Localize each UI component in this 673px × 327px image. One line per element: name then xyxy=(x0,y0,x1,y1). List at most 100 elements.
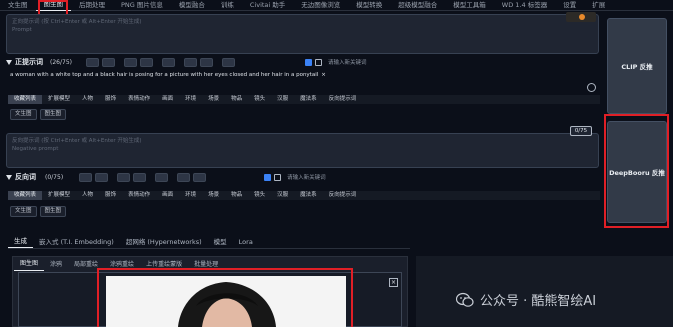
expand-circle-icon[interactable] xyxy=(587,83,596,92)
cat-scene-image[interactable]: 画面 xyxy=(156,95,179,104)
cat-environment[interactable]: 环境 xyxy=(179,95,202,104)
paste-icon[interactable] xyxy=(139,57,153,67)
translate-icon[interactable] xyxy=(183,57,197,67)
collapse-icon[interactable] xyxy=(6,174,12,180)
cat-negative-prompts[interactable]: 反向提示词 xyxy=(323,95,363,104)
negative-toolbar: 反向词 (0/75) 请输入新关键词 xyxy=(6,172,600,182)
cat-favorites[interactable]: 收藏列表 xyxy=(8,191,43,200)
prompt-toolbar: 正提示词 (26/75) 请输入新关键词 xyxy=(6,57,600,67)
refresh-icon[interactable] xyxy=(85,57,99,67)
cat-people[interactable]: 人物 xyxy=(76,95,99,104)
trash-icon[interactable] xyxy=(193,172,207,182)
cat-items[interactable]: 物品 xyxy=(225,95,248,104)
top-tab-settings[interactable]: 设置 xyxy=(555,0,584,11)
top-tab-merge[interactable]: 模型融合 xyxy=(171,0,213,11)
cat-expressions[interactable]: 表情动作 xyxy=(122,191,156,200)
keyword-checkbox[interactable] xyxy=(264,173,272,181)
keyword-input[interactable]: 请输入新关键词 xyxy=(287,173,326,181)
top-tab-extras[interactable]: 后期处理 xyxy=(71,0,113,11)
cat-clothing[interactable]: 服饰 xyxy=(99,191,122,200)
cat-camera[interactable]: 镜头 xyxy=(248,191,271,200)
top-tab-image-browser[interactable]: 无边图像浏览 xyxy=(293,0,348,11)
wechat-icon xyxy=(456,292,474,307)
negative-prompt-textarea[interactable]: 反向提示词 (按 Ctrl+Enter 或 Alt+Enter 开始生成) Ne… xyxy=(6,133,599,168)
cat-hanfu[interactable]: 汉服 xyxy=(271,95,294,104)
img2img-tab-img2img[interactable]: 图生图 xyxy=(14,258,45,271)
collapse-icon[interactable] xyxy=(6,59,12,65)
negative-token-count: (0/75) xyxy=(45,173,64,181)
mode-tab-checkpoints[interactable]: 模型 xyxy=(208,236,233,248)
mode-tab-hypernetworks[interactable]: 超网络 (Hypernetworks) xyxy=(120,236,208,248)
image-close-icon[interactable]: × xyxy=(389,278,398,287)
top-tab-train[interactable]: 训练 xyxy=(213,0,242,11)
cat-camera[interactable]: 镜头 xyxy=(248,95,271,104)
copy-icon[interactable] xyxy=(123,57,137,67)
prompt-tag-chip[interactable]: a woman with a white top and a black hai… xyxy=(10,72,326,78)
undo-icon[interactable] xyxy=(161,57,175,67)
keyword-toggle[interactable] xyxy=(274,173,282,181)
top-tab-model-convert[interactable]: 模型转换 xyxy=(348,0,390,11)
cat-extension-models[interactable]: 扩展模型 xyxy=(42,95,76,104)
cat-negative-prompts[interactable]: 反向提示词 xyxy=(323,191,363,200)
prompt-token-count: (26/75) xyxy=(50,58,72,66)
cat-favorites[interactable]: 收藏列表 xyxy=(8,95,43,104)
keyword-input[interactable]: 请输入新关键词 xyxy=(328,58,367,66)
prompt-category-tabs: 收藏列表 扩展模型 人物 服饰 表情动作 画面 环境 场景 物品 镜头 汉服 魔… xyxy=(8,95,600,104)
cat-expressions[interactable]: 表情动作 xyxy=(122,95,156,104)
img2img-tab-inpaint-sketch[interactable]: 涂鸦重绘 xyxy=(104,259,140,271)
clip-interrogate-button[interactable]: CLIP 反推 xyxy=(607,18,667,114)
img2img-tab-sketch[interactable]: 涂鸦 xyxy=(44,259,68,271)
subtab-img2img[interactable]: 图生图 xyxy=(39,206,67,217)
trash-icon[interactable] xyxy=(199,57,213,67)
subtab-img2img[interactable]: 图生图 xyxy=(39,109,67,120)
top-tab-model-toolkit[interactable]: 模型工具箱 xyxy=(445,0,494,11)
gear-icon[interactable] xyxy=(101,57,115,67)
top-tab-png-info[interactable]: PNG 图片信息 xyxy=(113,0,171,11)
mode-tab-lora[interactable]: Lora xyxy=(233,236,259,248)
portrait-image xyxy=(106,276,346,327)
tag-close-icon[interactable]: × xyxy=(321,72,326,78)
top-tab-extensions[interactable]: 扩展 xyxy=(584,0,613,11)
top-tab-civitai[interactable]: Civitai 助手 xyxy=(242,0,293,11)
prompt-tag-text[interactable]: a woman with a white top and a black hai… xyxy=(10,72,318,78)
img2img-tabs: 图生图 涂鸦 局部重绘 涂鸦重绘 上传重绘蒙版 批量处理 xyxy=(14,258,224,271)
settings-icon[interactable] xyxy=(221,57,235,67)
cat-hanfu[interactable]: 汉服 xyxy=(271,191,294,200)
top-tab-txt2img[interactable]: 文生图 xyxy=(0,0,36,11)
cat-clothing[interactable]: 服饰 xyxy=(99,95,122,104)
subtab-txt2img[interactable]: 文生图 xyxy=(10,206,37,217)
top-tab-img2img[interactable]: 图生图 xyxy=(35,0,71,11)
negative-label: 反向词 xyxy=(15,173,36,181)
keyword-checkbox[interactable] xyxy=(304,58,312,66)
cat-magic[interactable]: 魔法系 xyxy=(294,191,323,200)
top-tab-wd14-tagger[interactable]: WD 1.4 标签器 xyxy=(494,0,555,11)
refresh-icon[interactable] xyxy=(79,172,93,182)
cat-scenery[interactable]: 场景 xyxy=(202,95,225,104)
translate-icon[interactable] xyxy=(177,172,191,182)
cat-scene-image[interactable]: 画面 xyxy=(156,191,179,200)
img2img-tab-batch[interactable]: 批量处理 xyxy=(188,259,224,271)
gear-icon[interactable] xyxy=(95,172,109,182)
paste-icon[interactable] xyxy=(133,172,147,182)
cat-items[interactable]: 物品 xyxy=(225,191,248,200)
mode-tab-embedding[interactable]: 嵌入式 (T.I. Embedding) xyxy=(33,236,120,248)
top-tab-super-merge[interactable]: 超级模型融合 xyxy=(390,0,445,11)
mode-tab-generate[interactable]: 生成 xyxy=(8,235,33,248)
cat-people[interactable]: 人物 xyxy=(76,191,99,200)
negative-token-badge: 0/75 xyxy=(570,126,592,136)
keyword-toggle[interactable] xyxy=(314,58,322,66)
negative-placeholder: 反向提示词 (按 Ctrl+Enter 或 Alt+Enter 开始生成) Ne… xyxy=(12,138,142,152)
paste-icon[interactable] xyxy=(566,12,596,22)
copy-icon[interactable] xyxy=(117,172,131,182)
cat-magic[interactable]: 魔法系 xyxy=(294,95,323,104)
divider xyxy=(8,248,410,249)
cat-scenery[interactable]: 场景 xyxy=(202,191,225,200)
deepbooru-interrogate-button[interactable]: DeepBooru 反推 xyxy=(607,121,667,223)
cat-environment[interactable]: 环境 xyxy=(179,191,202,200)
img2img-tab-inpaint[interactable]: 局部重绘 xyxy=(68,259,104,271)
undo-icon[interactable] xyxy=(155,172,169,182)
subtab-txt2img[interactable]: 文生图 xyxy=(10,109,37,120)
prompt-textarea[interactable]: 正向提示词 (按 Ctrl+Enter 或 Alt+Enter 开始生成) Pr… xyxy=(6,14,599,54)
img2img-tab-inpaint-upload[interactable]: 上传重绘蒙版 xyxy=(140,259,188,271)
cat-extension-models[interactable]: 扩展模型 xyxy=(42,191,76,200)
